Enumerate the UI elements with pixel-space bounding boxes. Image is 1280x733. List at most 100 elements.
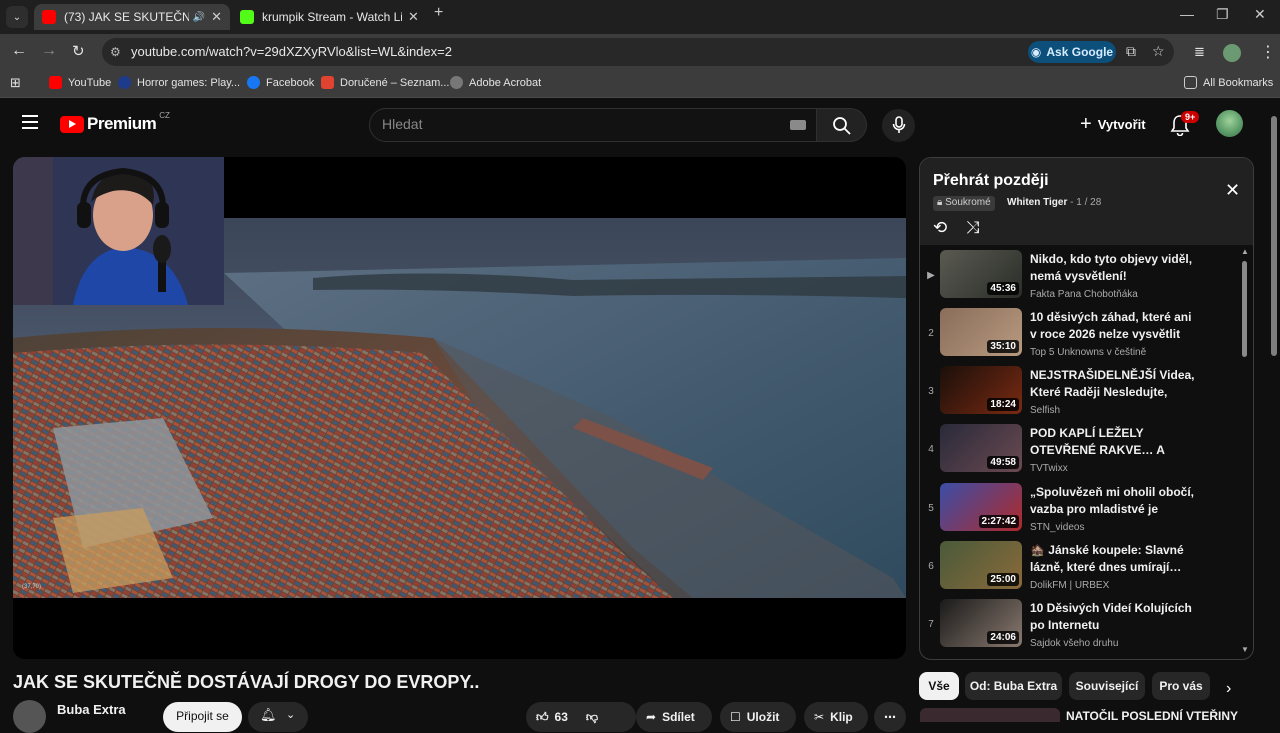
channel-name[interactable]: Buba Extra [57,702,126,717]
account-avatar[interactable] [1216,110,1243,137]
video-title[interactable]: „Spoluvězeň mi oholil obočí, vazba pro m… [1030,484,1200,518]
minimize-icon[interactable]: — [1180,6,1194,22]
url-text[interactable]: youtube.com/watch?v=29dXZXyRVlo&list=WL&… [131,44,452,59]
video-thumbnail[interactable]: 49:58 [940,424,1022,472]
chip-all[interactable]: Vše [919,672,959,700]
reload-icon[interactable]: ↻ [72,42,85,60]
youtube-premium-logo[interactable]: Premium CZ [60,111,170,134]
chevron-right-icon[interactable]: › [1226,680,1231,698]
back-icon[interactable]: ← [11,42,27,60]
reading-list-icon[interactable]: ≣ [1194,44,1205,60]
video-thumbnail[interactable]: 35:10 [940,308,1022,356]
save-button[interactable]: ☐ Uložit [720,702,796,732]
channel-name[interactable]: Sajdok všeho druhu [1030,638,1118,649]
item-index: 3 [928,386,934,397]
playlist-item[interactable]: 3 18:24 NEJSTRAŠIDELNĚJŠÍ Videa, Které R… [920,366,1240,418]
menu-dots-icon[interactable]: ⋮ [1260,42,1276,62]
restore-icon[interactable]: ❐ [1216,6,1229,23]
search-box[interactable] [369,108,817,142]
video-player[interactable]: (37,70) [13,157,906,659]
bookmark-facebook[interactable]: Facebook [247,76,314,89]
bookmark-youtube[interactable]: YouTube [49,76,111,89]
video-title[interactable]: 10 Děsivých Videí Kolujících po Internet… [1030,600,1200,634]
voice-search-button[interactable] [882,109,915,142]
chip-from-channel[interactable]: Od: Buba Extra [965,672,1062,700]
video-title[interactable]: 10 děsivých záhad, které ani v roce 2026… [1030,309,1200,343]
clip-button[interactable]: ✂ Klip [804,702,868,732]
video-thumbnail[interactable]: 18:24 [940,366,1022,414]
video-duration: 49:58 [987,456,1019,469]
scrollbar-thumb[interactable] [1242,261,1247,357]
chip-related[interactable]: Související [1069,672,1145,700]
create-button[interactable]: + Vytvořit [1080,114,1146,134]
recommended-title[interactable]: NATOČIL POSLEDNÍ VTEŘINY [1066,709,1238,723]
scroll-down-icon[interactable]: ▼ [1241,645,1249,654]
close-icon[interactable]: ✕ [1225,180,1240,201]
tab-youtube[interactable]: (73) JAK SE SKUTEČNĚ DOS 🔊 ✕ [34,4,230,30]
close-tab-icon[interactable]: ✕ [408,9,419,25]
tab-search-button[interactable]: ⌄ [6,6,28,28]
playlist-item[interactable]: 5 2:27:42 „Spoluvězeň mi oholil obočí, v… [920,483,1240,535]
profile-avatar[interactable] [1223,44,1241,62]
share-button[interactable]: ➦ Sdílet [636,702,712,732]
page-scrollbar-thumb[interactable] [1271,116,1277,356]
keyboard-icon[interactable] [790,120,806,130]
playlist-item[interactable]: 2 35:10 10 děsivých záhad, které ani v r… [920,308,1240,360]
channel-name[interactable]: Selfish [1030,405,1060,416]
more-actions-button[interactable]: ⋯ [874,702,906,732]
hamburger-menu-icon[interactable] [22,115,38,133]
video-thumbnail[interactable]: 45:36 [940,250,1022,298]
subscription-bell-button[interactable]: 🔔︎ ⌄ [248,702,308,732]
bookmark-horror-games[interactable]: Horror games: Play... [118,76,240,89]
video-title[interactable]: Nikdo, kdo tyto objevy viděl, nemá vysvě… [1030,251,1200,285]
playlist-title[interactable]: Přehrát později [933,172,1049,190]
join-button[interactable]: Připojit se [163,702,242,732]
apps-grid-icon[interactable]: ⊞ [10,75,21,91]
playlist-item[interactable]: 7 24:06 10 Děsivých Videí Kolujících po … [920,599,1240,651]
search-input[interactable] [382,116,762,132]
channel-avatar[interactable] [13,700,46,733]
video-title[interactable]: POD KAPLÍ LEŽELY OTEVŘENÉ RAKVE… A NEBYL… [1030,425,1200,459]
bell-icon: 🔔︎ [260,707,277,722]
playlist-item[interactable]: ▶ 45:36 Nikdo, kdo tyto objevy viděl, ne… [920,250,1240,302]
privacy-label: Soukromé [945,197,991,208]
channel-name[interactable]: Fakta Pana Chobotňáka [1030,289,1138,300]
channel-name[interactable]: DolikFM | URBEX [1030,580,1109,591]
playlist-item[interactable]: 4 49:58 POD KAPLÍ LEŽELY OTEVŘENÉ RAKVE…… [920,424,1240,476]
all-bookmarks[interactable]: All Bookmarks [1184,76,1273,89]
close-tab-icon[interactable]: ✕ [211,9,222,25]
dislike-icon[interactable]: 👎︎ [586,710,598,725]
shuffle-icon[interactable]: ⤨ [966,218,980,238]
ask-google-button[interactable]: ◉ Ask Google [1028,41,1116,63]
bookmark-adobe[interactable]: Adobe Acrobat [450,76,541,89]
install-app-icon[interactable]: ⧉ [1126,43,1136,60]
like-count[interactable]: 63 [555,710,568,724]
page-scrollbar[interactable] [1268,98,1280,720]
close-window-icon[interactable]: ✕ [1254,6,1266,23]
scroll-up-icon[interactable]: ▲ [1241,247,1249,256]
video-thumbnail[interactable]: 24:06 [940,599,1022,647]
playlist-owner[interactable]: Whiten Tiger [1007,197,1067,208]
save-label: Uložit [746,710,780,724]
playlist-item[interactable]: 6 25:00 🏚️ Jánské koupele: Slavné lázně,… [920,541,1240,593]
channel-name[interactable]: STN_videos [1030,522,1084,533]
loop-icon[interactable]: ⟲ [933,218,947,238]
new-tab-icon[interactable]: + [434,4,443,22]
bookmark-star-icon[interactable]: ☆ [1152,43,1165,60]
playlist-scrollbar[interactable]: ▲ ▼ [1241,247,1249,655]
video-title[interactable]: NEJSTRAŠIDELNĚJŠÍ Videa, Které Raději Ne… [1030,367,1200,401]
search-button[interactable] [817,108,867,142]
address-bar[interactable]: ⚙ youtube.com/watch?v=29dXZXyRVlo&list=W… [102,38,1174,66]
site-info-icon[interactable]: ⚙ [110,45,121,59]
video-thumbnail[interactable]: 25:00 [940,541,1022,589]
like-icon[interactable]: 👍︎ [536,710,549,725]
forward-icon[interactable]: → [41,42,57,60]
channel-name[interactable]: TVTwixx [1030,463,1068,474]
channel-name[interactable]: Top 5 Unknowns v češtině [1030,347,1146,358]
video-thumbnail[interactable]: 2:27:42 [940,483,1022,531]
video-title[interactable]: 🏚️ Jánské koupele: Slavné lázně, které d… [1030,542,1200,576]
speaker-icon[interactable]: 🔊 [193,12,205,23]
chip-for-you[interactable]: Pro vás [1152,672,1210,700]
tab-krumpik-stream[interactable]: krumpik Stream - Watch Live o ✕ [232,4,428,30]
bookmark-seznam[interactable]: Doručené – Seznam... [321,76,449,89]
